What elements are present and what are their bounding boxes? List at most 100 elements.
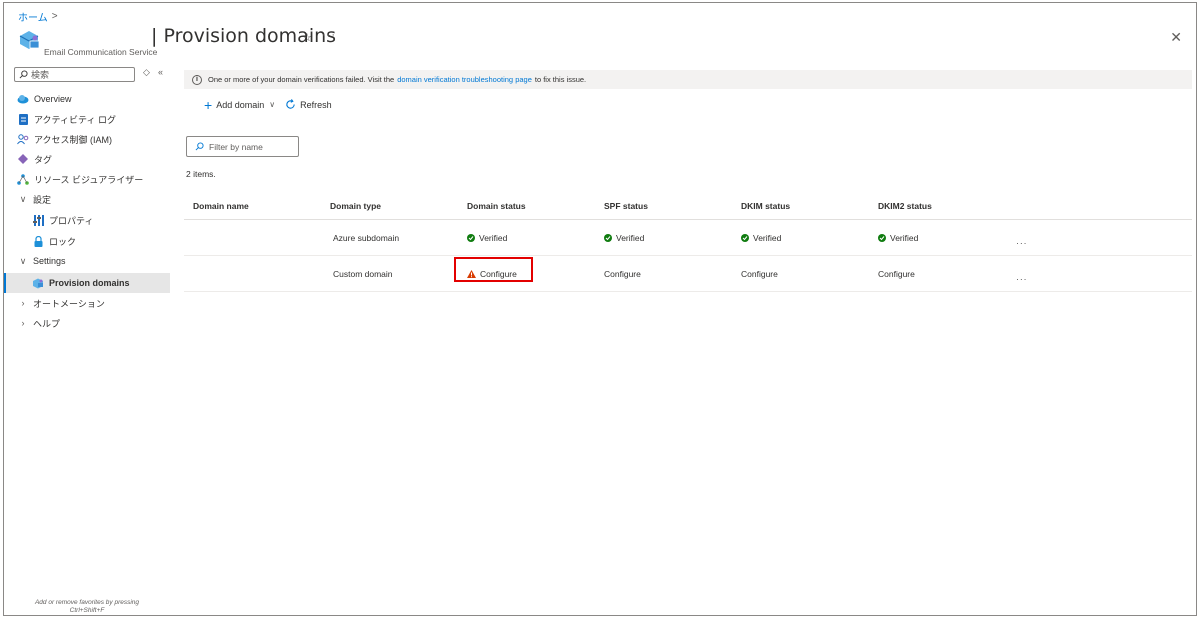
- sidebar-item-label: タグ: [34, 154, 53, 165]
- favorites-hint-line: Add or remove favorites by pressing: [34, 599, 140, 606]
- sidebar-group-label: 設定: [33, 194, 52, 205]
- sidebar-group-label: ヘルプ: [33, 318, 61, 329]
- banner-text-before: One or more of your domain verifications…: [208, 75, 395, 84]
- portal-frame: ホーム > | Provision domains Email Communic…: [3, 2, 1197, 616]
- sidebar-item-properties[interactable]: プロパティ: [4, 210, 170, 230]
- sidebar-group-label: Settings: [33, 256, 66, 266]
- sidebar-item-label: ロック: [49, 236, 77, 247]
- dkim2-status-cell: Verified: [878, 220, 918, 255]
- sidebar-search-input[interactable]: 検索: [14, 67, 135, 82]
- command-bar: + Add domain ∨ Refresh: [204, 96, 342, 113]
- properties-icon: [32, 214, 44, 226]
- sidebar-item-resource-visualizer[interactable]: リソース ビジュアライザー: [4, 169, 170, 189]
- table-header-row: Domain name Domain type Domain status SP…: [184, 193, 1192, 220]
- check-circle-icon: [604, 233, 612, 242]
- dkim-status-cell: Verified: [741, 220, 781, 255]
- breadcrumb-separator: >: [51, 11, 58, 22]
- sidebar-item-label: アクティビティ ログ: [34, 114, 116, 125]
- sidebar-item-label: Overview: [34, 94, 72, 104]
- resource-type-subtitle: Email Communication Service: [44, 47, 158, 57]
- column-header-spf-status[interactable]: SPF status: [604, 193, 648, 219]
- sidebar-item-locks[interactable]: ロック: [4, 231, 170, 251]
- column-header-domain-status[interactable]: Domain status: [467, 193, 526, 219]
- item-count: 2 items.: [186, 169, 216, 179]
- sidebar-item-label: アクセス制御 (IAM): [34, 134, 113, 145]
- row-more-actions-button[interactable]: ···: [1016, 261, 1028, 296]
- filter-by-name-input[interactable]: Filter by name: [186, 136, 299, 157]
- verification-warning-banner: i One or more of your domain verificatio…: [184, 70, 1192, 89]
- refresh-label: Refresh: [300, 99, 332, 110]
- sidebar-item-activity-log[interactable]: アクティビティ ログ: [4, 109, 170, 129]
- sidebar-item-provision-domains[interactable]: Provision domains: [4, 273, 170, 293]
- dkim-status-cell: Configure: [741, 268, 778, 279]
- chevron-right-icon: ›: [21, 298, 25, 308]
- chevron-down-icon: ∨: [19, 255, 27, 266]
- banner-text-after: to fix this issue.: [534, 75, 587, 84]
- annotation-highlight-box: [454, 257, 533, 282]
- check-circle-icon: [878, 233, 886, 242]
- breadcrumb: ホーム >: [18, 9, 58, 24]
- tag-icon: [17, 153, 29, 165]
- email-service-icon: [19, 31, 40, 49]
- add-domain-button[interactable]: + Add domain ∨: [204, 96, 276, 113]
- status-text: Verified: [479, 232, 508, 243]
- iam-icon: [17, 133, 29, 145]
- chevron-right-icon: ›: [21, 318, 25, 328]
- favorites-hint: Add or remove favorites by pressing Ctrl…: [4, 599, 170, 615]
- spf-status-cell: Verified: [604, 220, 644, 255]
- table-row[interactable]: Custom domain Configure Configure Config…: [184, 256, 1192, 292]
- table-row[interactable]: Azure subdomain Verified Verified Verifi…: [184, 220, 1192, 256]
- collapse-sidebar-icon[interactable]: «: [158, 67, 163, 77]
- favorites-hint-shortcut: Ctrl+Shift+F: [69, 607, 105, 614]
- dkim2-status-cell: Configure: [878, 268, 915, 279]
- status-text: Verified: [616, 232, 645, 243]
- sidebar-item-label: リソース ビジュアライザー: [34, 174, 144, 185]
- check-circle-icon: [741, 233, 749, 242]
- status-text: Verified: [753, 232, 782, 243]
- sidebar-item-overview[interactable]: Overview: [4, 89, 170, 109]
- add-domain-label: Add domain: [216, 99, 265, 110]
- column-header-dkim2-status[interactable]: DKIM2 status: [878, 193, 932, 219]
- spf-status-cell: Configure: [604, 268, 641, 279]
- sidebar-toggle-icon[interactable]: ◇: [143, 67, 150, 78]
- sidebar-group-settings-jp[interactable]: ∨ 設定: [4, 189, 170, 209]
- domain-status-cell: Verified: [467, 220, 507, 255]
- sidebar: 検索 ◇ « Overview アクティビティ ログ アクセス制御 (IAM) …: [4, 63, 172, 615]
- cloud-icon: [17, 93, 29, 105]
- refresh-icon: [286, 99, 295, 109]
- domain-type-cell: Azure subdomain: [333, 232, 400, 243]
- chevron-down-icon: ∨: [19, 193, 27, 204]
- sidebar-item-label: Provision domains: [49, 278, 130, 288]
- domain-icon: [32, 277, 44, 289]
- refresh-button[interactable]: Refresh: [285, 99, 332, 110]
- column-header-domain-name[interactable]: Domain name: [193, 193, 249, 219]
- lock-icon: [32, 235, 44, 247]
- info-icon: i: [192, 74, 202, 85]
- plus-icon: +: [204, 96, 213, 113]
- more-actions-button[interactable]: ···: [322, 29, 336, 41]
- column-header-domain-type[interactable]: Domain type: [330, 193, 381, 219]
- sidebar-group-automation[interactable]: › オートメーション: [4, 293, 170, 313]
- breadcrumb-home-link[interactable]: ホーム: [18, 9, 48, 24]
- chevron-down-icon: ∨: [269, 100, 276, 109]
- search-placeholder: 検索: [31, 70, 50, 80]
- sidebar-item-label: プロパティ: [49, 215, 94, 226]
- row-more-actions-button[interactable]: ···: [1016, 225, 1028, 260]
- favorite-star-icon[interactable]: ☆: [302, 31, 312, 44]
- close-icon[interactable]: ✕: [1170, 29, 1182, 46]
- activity-log-icon: [17, 113, 29, 125]
- column-header-dkim-status[interactable]: DKIM status: [741, 193, 790, 219]
- search-icon: [195, 142, 204, 151]
- filter-placeholder: Filter by name: [209, 141, 263, 152]
- check-circle-icon: [467, 233, 475, 242]
- visualizer-icon: [17, 173, 29, 185]
- search-icon: [19, 70, 28, 79]
- sidebar-item-tags[interactable]: タグ: [4, 149, 170, 169]
- troubleshooting-link[interactable]: domain verification troubleshooting page: [397, 75, 532, 84]
- status-text: Verified: [890, 232, 919, 243]
- sidebar-group-label: オートメーション: [33, 298, 105, 309]
- sidebar-group-settings[interactable]: ∨ Settings: [4, 251, 170, 271]
- sidebar-group-help[interactable]: › ヘルプ: [4, 313, 170, 333]
- sidebar-item-iam[interactable]: アクセス制御 (IAM): [4, 129, 170, 149]
- domain-type-cell: Custom domain: [333, 268, 393, 279]
